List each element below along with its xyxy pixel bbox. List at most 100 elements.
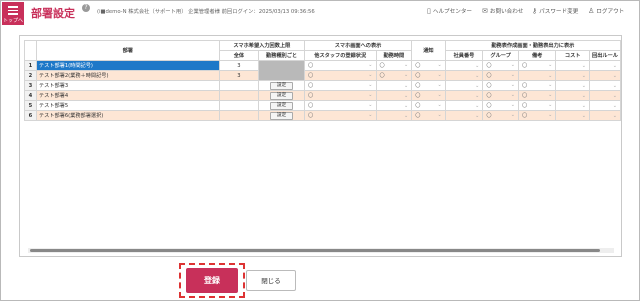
work-time-select[interactable]: 〇 ⌄ [375,70,413,81]
help-icon[interactable]: ? [82,4,90,12]
set-button[interactable]: 設定 [269,111,294,120]
dept-name-cell[interactable]: テスト部署3 [35,80,220,91]
limit-all-cell[interactable] [218,90,260,101]
register-button[interactable]: 登録 [186,268,238,293]
chevron-down-icon: ⌄ [581,92,586,99]
notify-select[interactable]: 〇 ⌄ [411,70,446,81]
select-value: 〇 [307,73,314,79]
limit-all-cell[interactable]: 3 [218,60,260,71]
logout-link[interactable]: ♙ ログアウト [588,7,624,15]
emp-no-select[interactable]: ⌄ [444,80,484,91]
remarks-select[interactable]: 〇 ⌄ [517,90,557,101]
remarks-select[interactable]: ⌄ [517,70,557,81]
emp-no-select[interactable]: ⌄ [444,110,484,121]
chevron-down-icon: ⌄ [612,72,617,79]
limit-each-cell[interactable]: 設定 [258,100,305,111]
contact-label: お問い合わせ [489,9,524,15]
work-time-select[interactable]: ⌄ [375,90,413,101]
rule-select[interactable]: ⌄ [588,70,621,81]
emp-no-select[interactable]: ⌄ [444,60,484,71]
password-link[interactable]: ⚷ パスワード変更 [532,7,578,15]
set-button[interactable]: 設定 [269,101,294,110]
chevron-down-icon: ⌄ [475,92,480,99]
remarks-select[interactable]: 〇 ⌄ [517,80,557,91]
group-select[interactable]: 〇 ⌄ [482,80,519,91]
hamburger-icon [8,6,18,15]
limit-each-cell[interactable]: 設定 [258,80,305,91]
other-staff-select[interactable]: 〇 ⌄ [303,110,377,121]
cost-select[interactable]: ⌄ [555,110,590,121]
notify-select[interactable]: 〇 ⌄ [411,110,446,121]
rule-select[interactable]: ⌄ [588,80,621,91]
notify-select[interactable]: 〇 ⌄ [411,60,446,71]
group-select[interactable]: 〇 ⌄ [482,90,519,101]
other-staff-select[interactable]: 〇 ⌄ [303,70,377,81]
horizontal-scrollbar[interactable] [28,248,614,253]
remarks-select[interactable]: 〇 ⌄ [517,60,557,71]
work-time-select[interactable]: ⌄ [375,100,413,111]
cost-select[interactable]: ⌄ [555,100,590,111]
limit-each-cell[interactable]: 設定 [258,90,305,101]
cost-select[interactable]: ⌄ [555,80,590,91]
chevron-down-icon: ⌄ [548,92,553,98]
rule-select[interactable]: ⌄ [588,60,621,71]
emp-no-select[interactable]: ⌄ [444,100,484,111]
set-button[interactable]: 設定 [269,91,294,100]
other-staff-select[interactable]: 〇 ⌄ [303,60,377,71]
select-value: 〇 [522,113,528,119]
other-staff-select[interactable]: 〇 ⌄ [303,80,377,91]
limit-all-cell[interactable] [218,110,260,121]
rule-select[interactable]: ⌄ [588,90,621,101]
group-select[interactable]: 〇 ⌄ [482,110,519,121]
group-select[interactable]: 〇 ⌄ [482,100,519,111]
menu-button[interactable]: トップへ [2,2,24,25]
help-center-link[interactable]: ▯ ヘルプセンター [427,7,472,15]
dept-name-cell[interactable]: テスト部署6(業務部署選択) [35,110,220,121]
work-time-select[interactable]: ⌄ [375,80,413,91]
cost-select[interactable]: ⌄ [555,70,590,81]
dept-name-cell[interactable]: テスト部署4 [35,90,220,101]
group-select[interactable]: 〇 ⌄ [482,70,519,81]
header-cost: コスト [555,50,590,61]
work-time-select[interactable]: ⌄ [375,110,413,121]
notify-select[interactable]: 〇 ⌄ [411,90,446,101]
notify-select[interactable]: 〇 ⌄ [411,80,446,91]
chevron-down-icon: ⌄ [437,72,442,78]
chevron-down-icon: ⌄ [403,92,409,99]
other-staff-select[interactable]: 〇 ⌄ [303,100,377,111]
rule-select[interactable]: ⌄ [588,100,621,111]
group-select[interactable]: 〇 ⌄ [482,60,519,71]
chevron-down-icon: ⌄ [368,102,373,108]
limit-all-cell[interactable] [218,80,260,91]
scrollbar-thumb[interactable] [30,249,600,252]
limit-all-cell[interactable]: 3 [218,70,260,81]
limit-each-cell[interactable]: 設定 [258,110,305,121]
emp-no-select[interactable]: ⌄ [444,90,484,101]
table-row: 1 テスト部署1(時間記号) 3 〇 ⌄ 〇 ⌄ 〇 ⌄ ⌄ 〇 ⌄ 〇 ⌄ ⌄ ⌄ [24,60,621,81]
close-button[interactable]: 閉じる [246,270,296,291]
chevron-down-icon: ⌄ [403,72,409,78]
limit-all-cell[interactable] [218,100,260,111]
cost-select[interactable]: ⌄ [555,90,590,101]
cost-select[interactable]: ⌄ [555,60,590,71]
other-staff-select[interactable]: 〇 ⌄ [303,90,377,101]
remarks-select[interactable]: 〇 ⌄ [517,110,557,121]
contact-link[interactable]: ✉ お問い合わせ [482,7,523,15]
remarks-select[interactable]: 〇 ⌄ [517,100,557,111]
select-value: 〇 [486,73,492,79]
chevron-down-icon: ⌄ [581,72,586,79]
dept-name-cell[interactable]: テスト部署2(業務＋時間記号) [35,70,220,81]
emp-no-select[interactable]: ⌄ [444,70,484,81]
select-value: 〇 [486,113,492,119]
chevron-down-icon: ⌄ [510,92,515,98]
chevron-down-icon: ⌄ [475,102,480,109]
row-index: 2 [24,70,37,81]
dept-name-cell[interactable]: テスト部署5 [35,100,220,111]
rule-select[interactable]: ⌄ [588,110,621,121]
top-bar: トップへ 部署設定 ? (i■demo-N 株式会社（サポート用） 企業管理者様… [1,1,639,26]
work-time-select[interactable]: 〇 ⌄ [375,60,413,71]
notify-select[interactable]: 〇 ⌄ [411,100,446,111]
chevron-down-icon: ⌄ [612,102,617,109]
set-button[interactable]: 設定 [269,81,294,90]
dept-name-cell[interactable]: テスト部署1(時間記号) [35,60,220,71]
